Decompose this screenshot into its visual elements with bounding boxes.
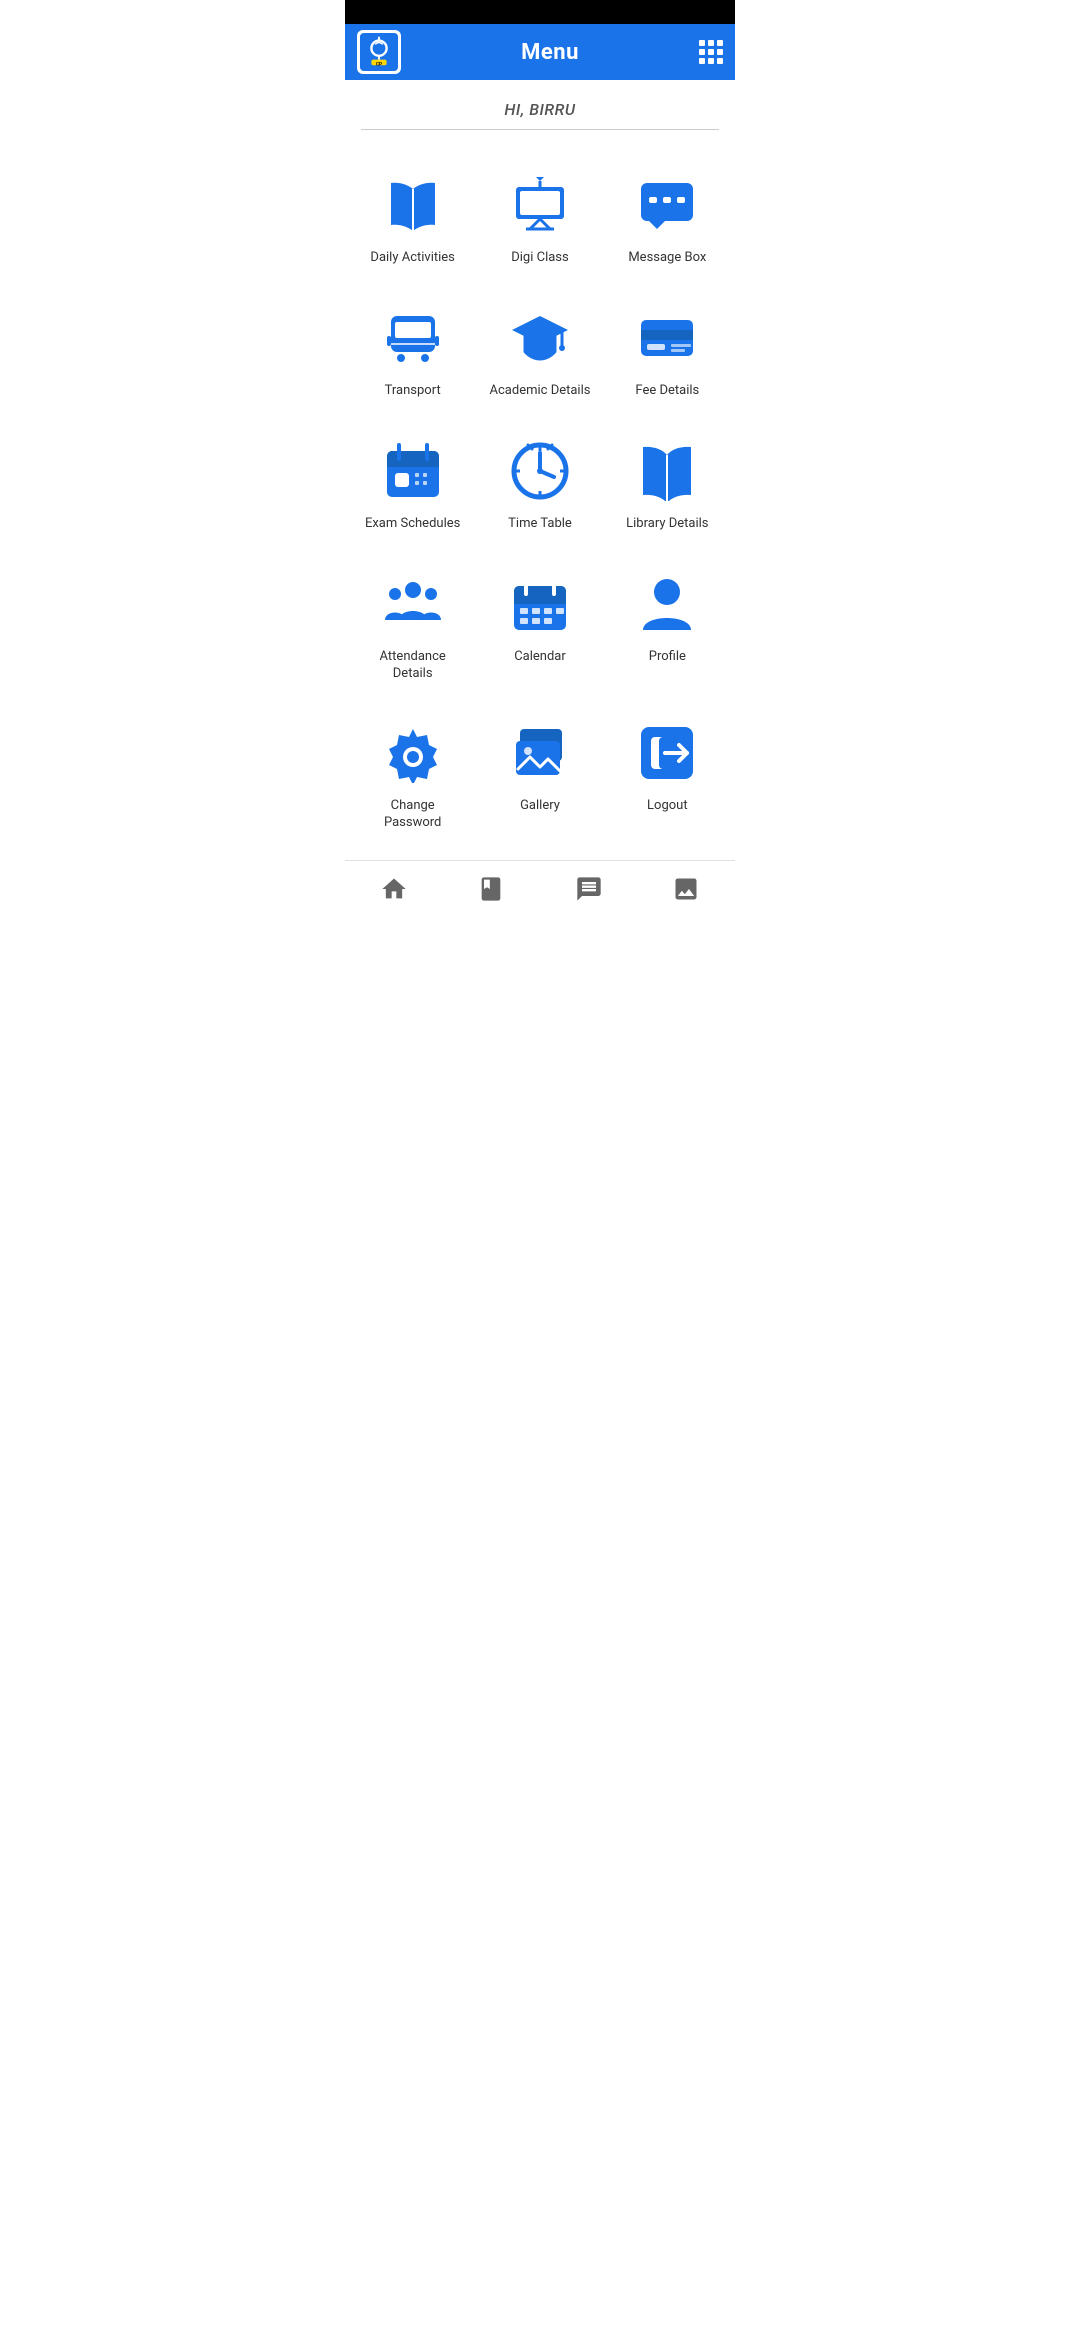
card-icon [632,303,702,373]
bottom-navigation [345,860,735,916]
greeting-section: HI, BIRRU [345,80,735,138]
menu-item-digi-class[interactable]: Digi Class [480,154,599,279]
group-icon [378,569,448,639]
menu-label-digi-class: Digi Class [511,250,569,267]
menu-label-logout: Logout [647,798,688,815]
menu-label-exam-schedules: Exam Schedules [365,516,460,533]
bottom-chat-icon [575,875,603,903]
calendar-event-icon [378,436,448,506]
menu-grid: Daily Activities Digi Class [345,138,735,860]
header-title: Menu [521,40,579,65]
calendar-icon [505,569,575,639]
menu-label-message-box: Message Box [628,250,706,267]
menu-label-library-details: Library Details [626,516,708,533]
home-icon [380,875,408,903]
menu-item-fee-details[interactable]: Fee Details [608,287,727,412]
menu-label-academic-details: Academic Details [490,383,591,400]
graduation-icon [505,303,575,373]
menu-item-message-box[interactable]: Message Box [608,154,727,279]
menu-label-time-table: Time Table [508,516,572,533]
bottom-nav-home[interactable] [345,861,443,916]
menu-label-transport: Transport [385,383,441,400]
bottom-image-icon [672,875,700,903]
menu-item-change-password[interactable]: Change Password [353,702,472,844]
svg-text:CP: CP [376,61,382,67]
app-logo: CP [357,30,401,74]
greeting-divider [361,129,719,130]
status-bar [345,0,735,24]
projector-icon [505,170,575,240]
grid-menu-icon[interactable] [699,40,723,64]
menu-item-attendance-details[interactable]: Attendance Details [353,553,472,695]
app-header: CP Menu [345,24,735,80]
bottom-book-icon [477,875,505,903]
message-icon [632,170,702,240]
book-icon [378,170,448,240]
menu-label-fee-details: Fee Details [635,383,699,400]
menu-label-profile: Profile [649,649,686,666]
bus-icon [378,303,448,373]
menu-item-calendar[interactable]: Calendar [480,553,599,695]
menu-item-transport[interactable]: Transport [353,287,472,412]
menu-label-attendance-details: Attendance Details [361,649,464,683]
menu-item-daily-activities[interactable]: Daily Activities [353,154,472,279]
clock-icon [505,436,575,506]
menu-item-logout[interactable]: Logout [608,702,727,844]
bottom-nav-messages[interactable] [540,861,638,916]
menu-item-library-details[interactable]: Library Details [608,420,727,545]
menu-label-calendar: Calendar [514,649,566,666]
images-icon [505,718,575,788]
menu-item-gallery[interactable]: Gallery [480,702,599,844]
menu-label-daily-activities: Daily Activities [370,250,454,267]
menu-label-gallery: Gallery [520,798,560,815]
gear-icon [378,718,448,788]
library-icon [632,436,702,506]
menu-label-change-password: Change Password [361,798,464,832]
bottom-nav-library[interactable] [443,861,541,916]
greeting-text: HI, BIRRU [345,100,735,119]
menu-item-time-table[interactable]: Time Table [480,420,599,545]
person-icon [632,569,702,639]
menu-item-academic-details[interactable]: Academic Details [480,287,599,412]
menu-item-exam-schedules[interactable]: Exam Schedules [353,420,472,545]
menu-item-profile[interactable]: Profile [608,553,727,695]
bottom-nav-gallery[interactable] [638,861,736,916]
logout-icon [632,718,702,788]
